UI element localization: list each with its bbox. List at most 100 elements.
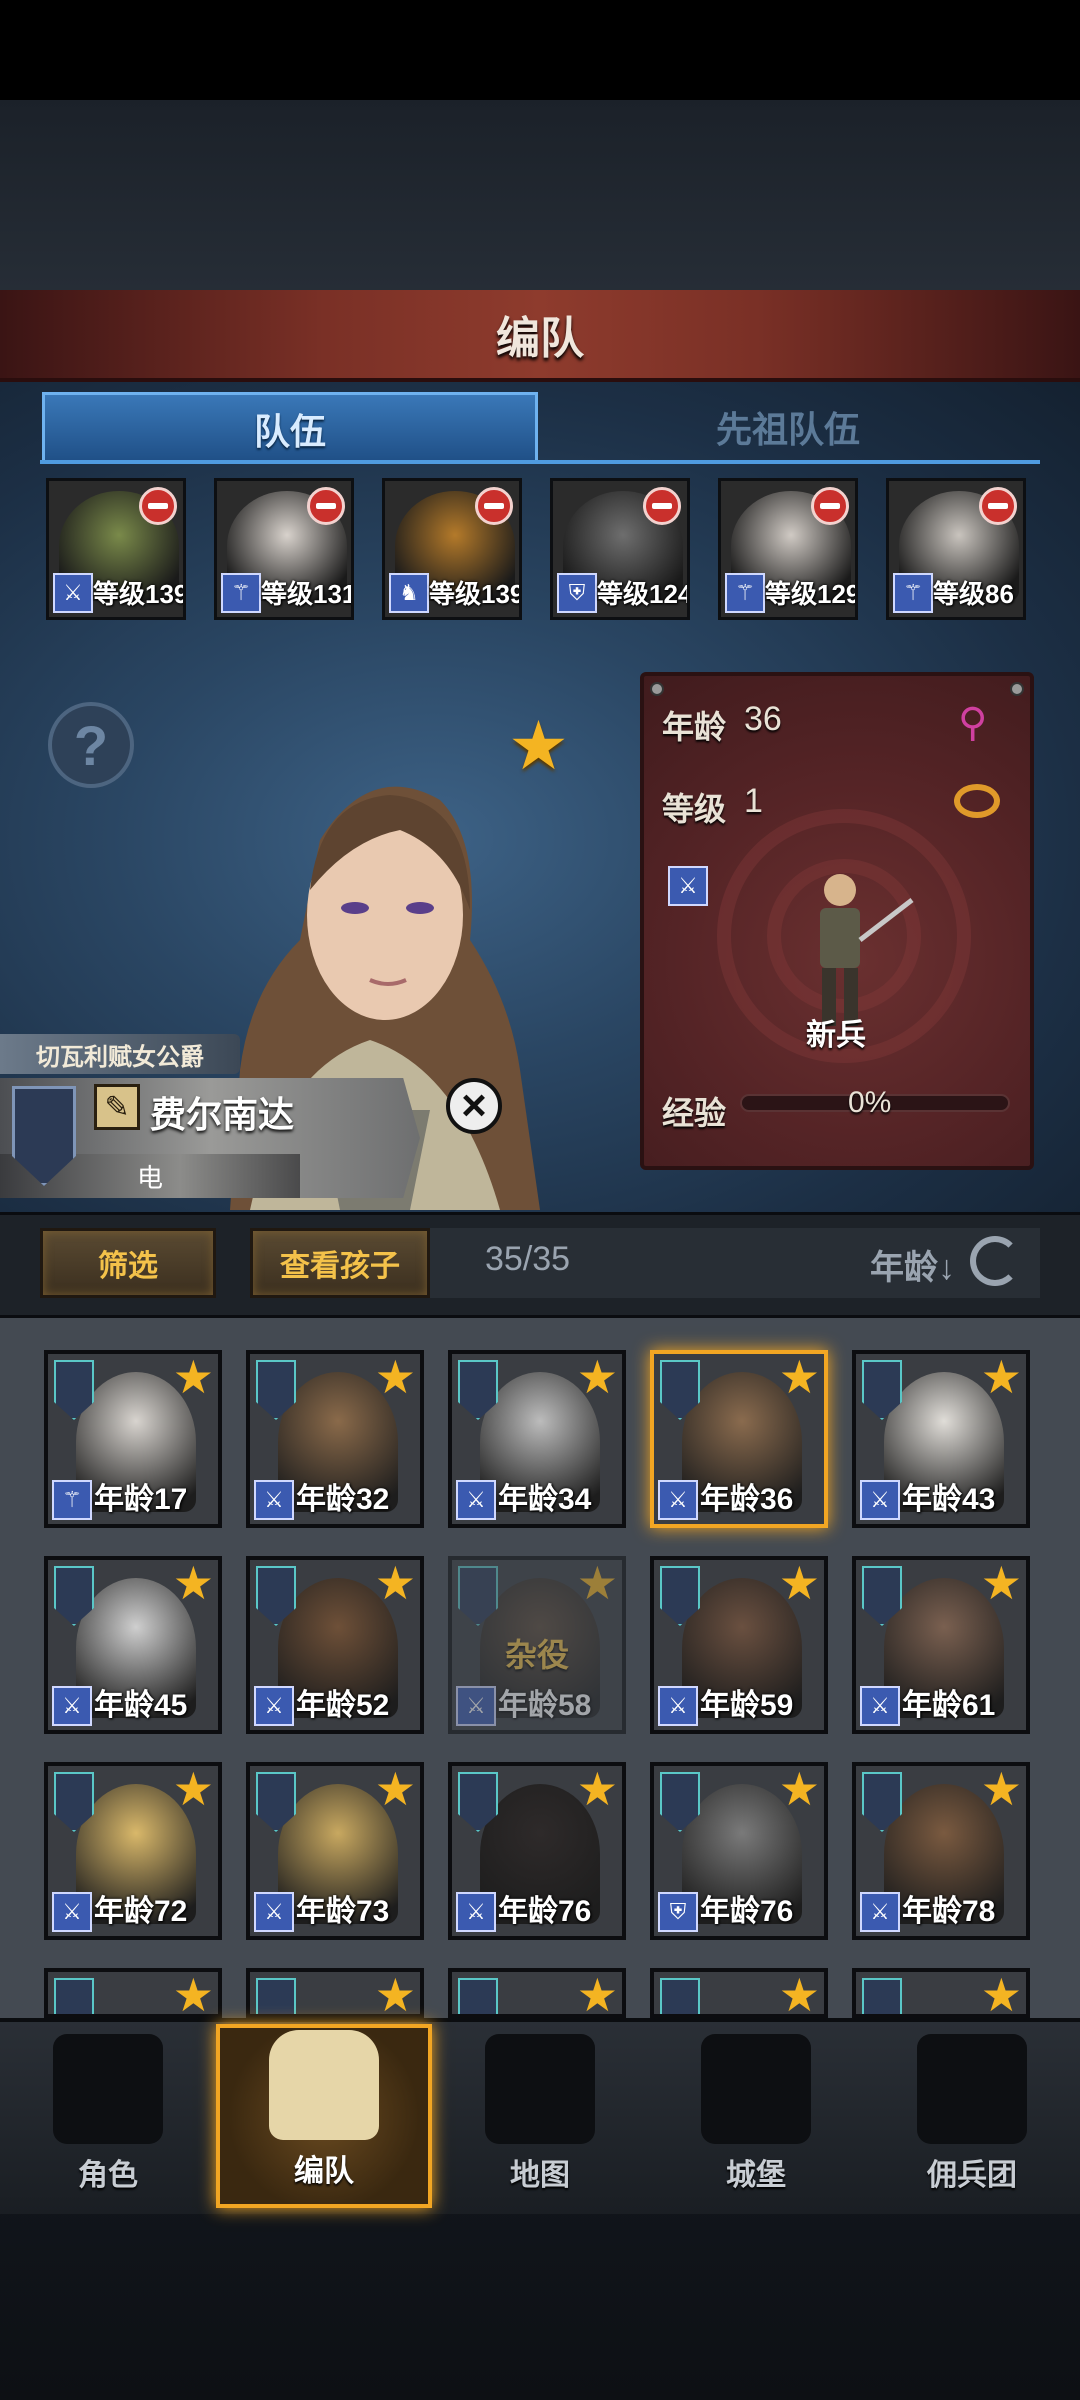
roster-card[interactable]: ★ ⚔ 年龄32 [246,1350,424,1528]
refresh-icon[interactable] [970,1236,1020,1286]
exp-value: 0% [848,1086,892,1119]
character-name: 费尔南达 [150,1094,295,1135]
roster-card[interactable]: ★ ⚔ 年龄61 [852,1556,1030,1734]
roster-count: 35/35 [485,1240,571,1278]
slot-level: 等级131 [261,579,354,609]
slot-level: 等级86 [933,579,1014,609]
rename-pencil-icon[interactable]: ✎ [94,1084,140,1130]
remove-icon[interactable] [307,487,345,525]
nav-mercenary-sword[interactable]: 佣兵团 [864,2024,1080,2208]
noble-title: 切瓦利赋女公爵 [0,1034,240,1074]
star-icon: ★ [980,1763,1022,1815]
roster-card[interactable]: ★ ⚔ 年龄59 [650,1556,828,1734]
remove-icon[interactable] [811,487,849,525]
remove-icon[interactable] [139,487,177,525]
ring-icon [954,784,1000,818]
card-age: 年龄45 [94,1689,188,1722]
job-label: 杂役 [504,1637,569,1673]
sword-icon: ⚔ [456,1892,496,1932]
roster-card[interactable]: ★ ⚔ 年龄45 [44,1556,222,1734]
star-icon: ★ [778,1351,820,1403]
card-age: 年龄76 [700,1895,794,1928]
sword-icon: ⚔ [456,1480,496,1520]
sword-icon: ⚔ [860,1480,900,1520]
team-slot[interactable]: ⚚ 等级86 [886,478,1026,620]
roster-card-partial[interactable]: ★ [448,1968,626,2018]
remove-icon[interactable] [979,487,1017,525]
team-slot[interactable]: ⚚ 等级131 [214,478,354,620]
age-value: 36 [744,700,782,738]
sword-icon: ⚔ [860,1686,900,1726]
roster-card[interactable]: ★ ⚔ 年龄76 [448,1762,626,1940]
mercenary-sword-icon [917,2034,1027,2144]
level-label: 等级 [662,791,727,827]
sword-icon: ⚔ [860,1892,900,1932]
roster-card[interactable]: ★ ⚔ 年龄43 [852,1350,1030,1528]
crest-icon [862,1978,902,2014]
roster-card[interactable]: ★ ⚔ 年龄78 [852,1762,1030,1940]
crest-icon [660,1978,700,2014]
roster-card[interactable]: ★ ⚔ 年龄73 [246,1762,424,1940]
tab-ancestor-team[interactable]: 先祖队伍 [540,392,1036,462]
team-slot[interactable]: ⚚ 等级129 [718,478,858,620]
roster-card[interactable]: ★ ⛨ 年龄76 [650,1762,828,1940]
roster-card[interactable]: ★ ⚔ 年龄34 [448,1350,626,1528]
team-slot[interactable]: ♞ 等级139 [382,478,522,620]
crest-icon [458,1978,498,2014]
star-icon: ★ [778,1557,820,1609]
staff-icon: ⚚ [725,573,765,613]
sort-by-age-button[interactable]: 年龄↓ [870,1240,955,1289]
team-slot[interactable]: ⛨ 等级124 [550,478,690,620]
nav-castle[interactable]: 城堡 [648,2024,864,2208]
age-label: 年龄 [662,709,727,745]
sword-icon: ⚔ [52,1892,92,1932]
female-icon: ⚲ [958,701,988,745]
nav-label: 佣兵团 [927,2159,1017,2192]
roster-card[interactable]: ★ ⚔ 年龄72 [44,1762,222,1940]
nav-label: 角色 [78,2159,138,2192]
team-slot[interactable]: ⚔ 等级139 [46,478,186,620]
roster-card-partial[interactable]: ★ [44,1968,222,2018]
remove-icon[interactable] [475,487,513,525]
roster-card[interactable]: ★ ⚔ 年龄36 [650,1350,828,1528]
title-banner: 编队 [0,290,1080,382]
sword-icon: ⚔ [53,573,93,613]
roster-card[interactable]: ★ ⚚ 年龄17 [44,1350,222,1528]
staff-icon: ⚚ [893,573,933,613]
card-age: 年龄52 [296,1689,390,1722]
roster-card-partial[interactable]: ★ [852,1968,1030,2018]
close-icon[interactable]: × [446,1078,502,1134]
view-children-button[interactable]: 查看孩子 [250,1228,430,1298]
star-icon: ★ [576,1557,618,1609]
slot-level: 等级129 [765,579,858,609]
help-icon[interactable]: ? [48,702,134,788]
star-icon: ★ [980,1557,1022,1609]
tab-team[interactable]: 队伍 [42,392,538,462]
roster-card-partial[interactable]: ★ [246,1968,424,2018]
slot-level: 等级139 [429,579,522,609]
staff-icon: ⚚ [52,1480,92,1520]
nav-knight[interactable]: 角色 [0,2024,216,2208]
remove-icon[interactable] [643,487,681,525]
nav-map-compass[interactable]: 地图 [432,2024,648,2208]
roster-card[interactable]: ★ ⚔ 年龄58 杂役 [448,1556,626,1734]
star-icon: ★ [172,1351,214,1403]
page-title: 编队 [496,314,584,363]
roster-card[interactable]: ★ ⚔ 年龄52 [246,1556,424,1734]
sword-icon: ⚔ [658,1686,698,1726]
staff-icon: ⚚ [221,573,261,613]
crest-icon [256,1978,296,2014]
unit-type-label: 新兵 [806,1019,866,1052]
roster-card-partial[interactable]: ★ [650,1968,828,2018]
favorite-star-icon[interactable]: ★ [508,712,569,780]
sword-icon: ⚔ [254,1892,294,1932]
card-age: 年龄34 [498,1483,592,1516]
rivet-icon [1010,682,1024,696]
star-icon: ★ [778,1969,820,2018]
sword-icon: ⚔ [52,1686,92,1726]
horse-icon: ♞ [389,573,429,613]
nav-helmet[interactable]: 编队 [216,2024,432,2208]
sword-icon: ⚔ [456,1686,496,1726]
filter-button[interactable]: 筛选 [40,1228,216,1298]
star-icon: ★ [172,1763,214,1815]
